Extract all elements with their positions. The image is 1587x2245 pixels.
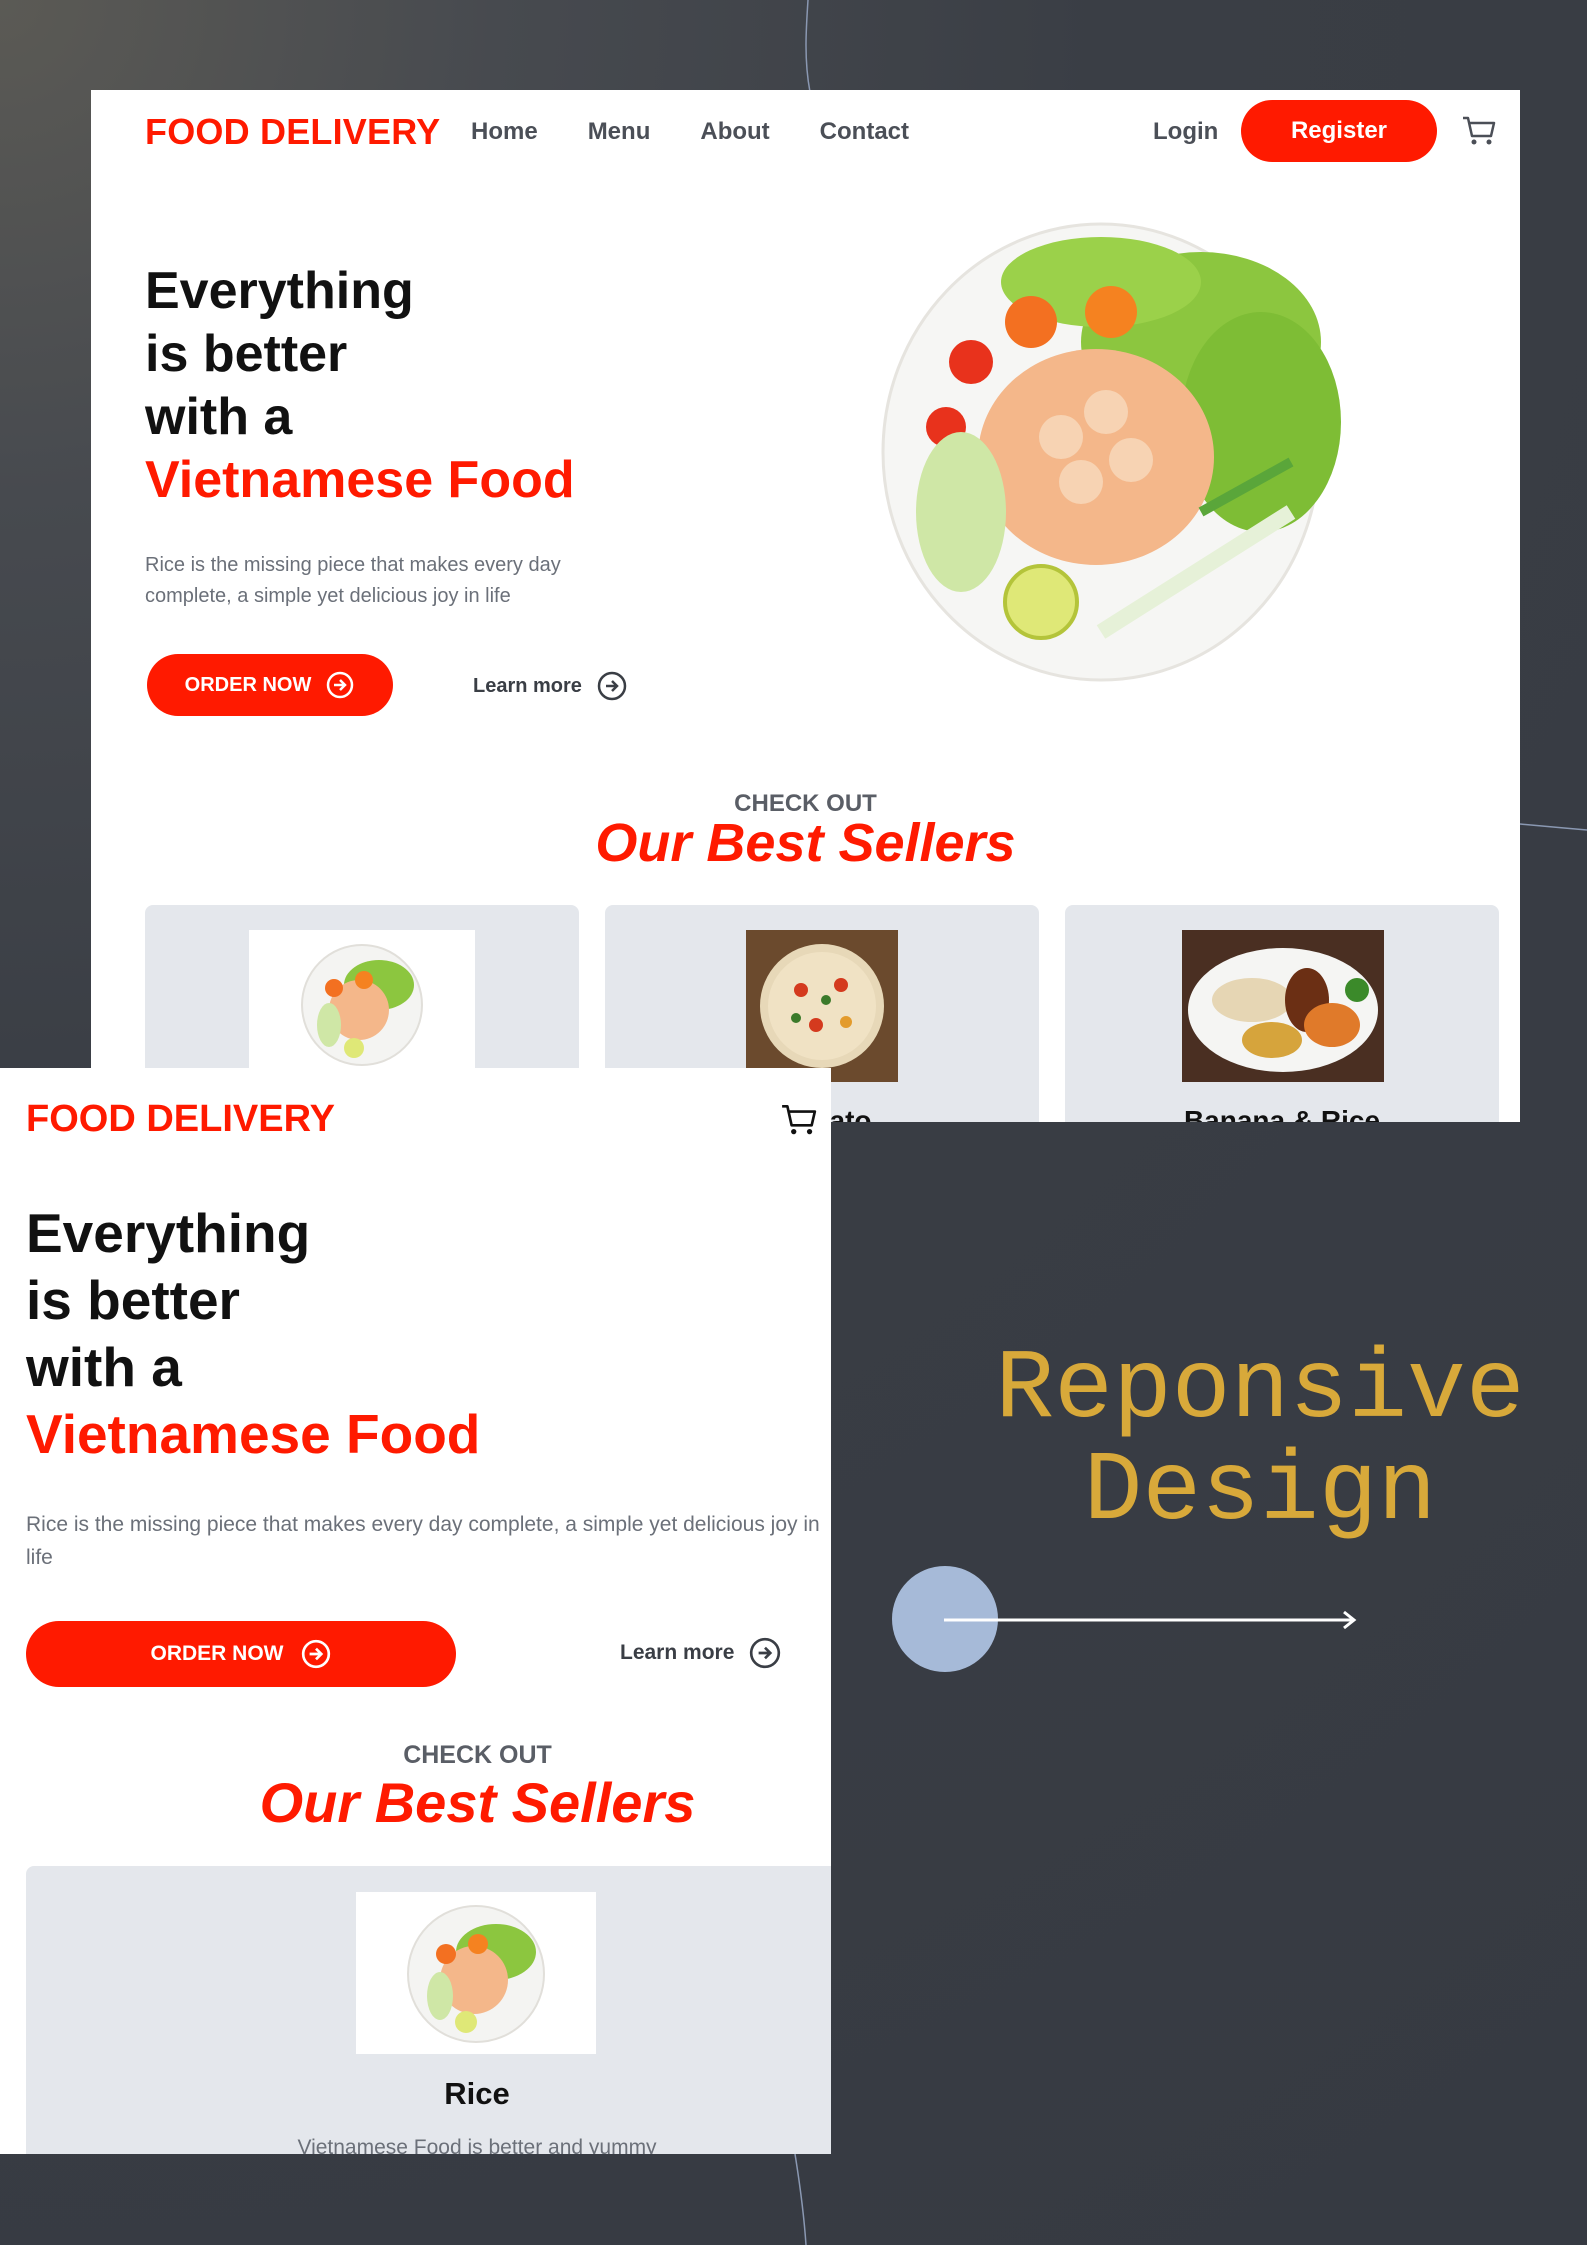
section-heading: Our Best Sellers bbox=[595, 813, 1016, 873]
product-card[interactable]: Banana & Rice bbox=[1065, 905, 1499, 1122]
order-now-button[interactable]: ORDER NOW bbox=[147, 654, 393, 716]
product-image bbox=[356, 1892, 596, 2054]
arrow-circle-icon bbox=[597, 671, 627, 701]
showcase-title: Reponsive Design bbox=[995, 1335, 1525, 1548]
nav-link-menu[interactable]: Menu bbox=[588, 118, 651, 146]
learn-more-link[interactable]: Learn more bbox=[620, 1636, 782, 1670]
hero-description: Rice is the missing piece that makes eve… bbox=[145, 554, 561, 607]
product-image bbox=[249, 930, 475, 1070]
product-image bbox=[746, 930, 898, 1082]
hero-title: Everything is better with a Vietnamese F… bbox=[26, 1202, 481, 1465]
desktop-preview: FOOD DELIVERY Home Menu About Contact Lo… bbox=[91, 90, 1520, 1122]
product-description: Vietnamese Food is better and yummy bbox=[297, 2136, 657, 2154]
arrow-right-icon bbox=[944, 1610, 1357, 1630]
nav-links: Home Menu About Contact bbox=[471, 118, 909, 146]
logo[interactable]: FOOD DELIVERY bbox=[26, 1098, 335, 1141]
hero-food-image bbox=[881, 222, 1341, 682]
hero-title: Everything is better with a Vietnamese F… bbox=[145, 262, 575, 509]
product-card[interactable]: Rice Vietnamese Food is better and yummy bbox=[26, 1866, 831, 2154]
arrow-circle-icon bbox=[327, 671, 354, 699]
cart-icon[interactable] bbox=[780, 1102, 818, 1138]
hero-description: Rice is the missing piece that makes eve… bbox=[26, 1513, 820, 1569]
section-heading: Our Best Sellers bbox=[259, 1771, 696, 1834]
navbar: FOOD DELIVERY Home Menu About Contact Lo… bbox=[91, 90, 1520, 170]
product-title: Rice bbox=[444, 2076, 510, 2111]
nav-link-home[interactable]: Home bbox=[471, 118, 538, 146]
arrow-circle-icon bbox=[301, 1639, 330, 1669]
learn-more-link[interactable]: Learn more bbox=[473, 670, 628, 702]
product-title: Banana & Rice bbox=[1183, 1105, 1381, 1122]
order-now-button[interactable]: ORDER NOW bbox=[26, 1621, 456, 1687]
nav-link-contact[interactable]: Contact bbox=[820, 118, 909, 146]
nav-link-about[interactable]: About bbox=[700, 118, 769, 146]
cart-icon[interactable] bbox=[1461, 114, 1497, 148]
logo[interactable]: FOOD DELIVERY bbox=[145, 111, 440, 153]
mobile-preview: FOOD DELIVERY Everything is better with … bbox=[0, 1068, 831, 2154]
section-kicker: CHECK OUT bbox=[403, 1741, 552, 1769]
login-link[interactable]: Login bbox=[1153, 118, 1218, 146]
product-image bbox=[1182, 930, 1384, 1082]
register-button[interactable]: Register bbox=[1241, 100, 1437, 162]
arrow-circle-icon bbox=[750, 1637, 781, 1669]
